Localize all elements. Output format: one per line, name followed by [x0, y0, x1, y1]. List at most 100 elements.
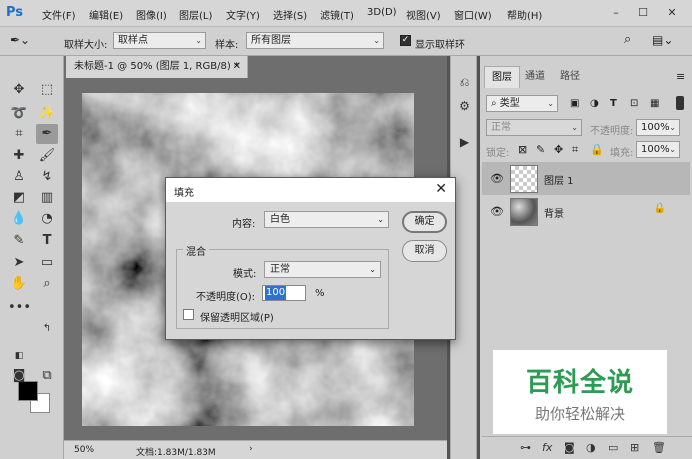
tab-paths[interactable]: 路径: [553, 66, 587, 88]
filter-pixel-icon[interactable]: ▣: [570, 98, 579, 109]
workspace-icon[interactable]: ▤⌄: [652, 33, 673, 47]
filter-adjustment-icon[interactable]: ◑: [590, 98, 599, 109]
blur-tool-icon[interactable]: 💧: [8, 209, 30, 229]
healing-brush-tool-icon[interactable]: ✚: [8, 146, 30, 166]
screen-mode-icon[interactable]: ⧉: [36, 366, 58, 386]
type-tool-icon[interactable]: T: [36, 231, 58, 251]
minimize-icon[interactable]: –: [606, 4, 626, 22]
blend-mode-dropdown[interactable]: 正常 ⌄: [486, 119, 582, 136]
lasso-tool-icon[interactable]: ➰: [8, 104, 30, 124]
menu-window[interactable]: 窗口(W): [454, 7, 492, 22]
pen-tool-icon[interactable]: ✎: [8, 231, 30, 251]
add-mask-icon[interactable]: ◙: [564, 441, 575, 454]
menu-layer[interactable]: 图层(L): [179, 7, 212, 22]
preserve-transparency-label: 保留透明区域(P): [200, 313, 274, 324]
sample-size-dropdown[interactable]: 取样点 ⌄: [113, 32, 206, 49]
history-brush-tool-icon[interactable]: ↯: [36, 167, 58, 187]
quick-mask-icon[interactable]: ◙: [8, 366, 30, 386]
menu-type[interactable]: 文字(Y): [226, 7, 260, 22]
hand-tool-icon[interactable]: ✋: [8, 274, 30, 294]
dialog-titlebar[interactable]: 填充 ✕: [166, 178, 455, 202]
cancel-button[interactable]: 取消: [402, 240, 447, 262]
new-layer-icon[interactable]: ⊞: [630, 441, 639, 454]
mode-dropdown[interactable]: 正常 ⌄: [264, 261, 381, 278]
marquee-tool-icon[interactable]: ⬚: [36, 80, 58, 100]
menu-3d[interactable]: 3D(D): [367, 7, 397, 18]
swap-colors-icon[interactable]: ↰: [36, 319, 58, 339]
tab-layers[interactable]: 图层: [484, 66, 520, 88]
fill-field[interactable]: 100% ⌄: [636, 141, 680, 158]
filter-smart-object-icon[interactable]: ▦: [650, 98, 659, 109]
opacity-input[interactable]: 100: [262, 285, 306, 301]
path-selection-tool-icon[interactable]: ➤: [8, 253, 30, 273]
layer-filter-kind: 类型: [499, 98, 520, 109]
filter-type-icon[interactable]: T: [610, 98, 617, 109]
filter-shape-icon[interactable]: ⊡: [630, 98, 638, 109]
zoom-level[interactable]: 50%: [74, 445, 94, 455]
maximize-icon[interactable]: ☐: [633, 4, 653, 22]
crop-tool-icon[interactable]: ⌗: [8, 124, 30, 144]
link-layers-icon[interactable]: ⊶: [520, 441, 531, 454]
document-tab[interactable]: 未标题-1 @ 50% (图层 1, RGB/8) * ✕: [66, 56, 248, 78]
opacity-value: 100%: [641, 122, 670, 133]
status-arrow-icon[interactable]: ›: [249, 444, 253, 454]
zoom-tool-icon[interactable]: ⌕: [36, 274, 58, 294]
panel-menu-icon[interactable]: ≡: [676, 70, 685, 83]
delete-layer-icon[interactable]: 🗑: [652, 441, 666, 454]
play-actions-icon[interactable]: ▶: [456, 134, 473, 151]
show-ring-checkbox[interactable]: ✓: [400, 35, 411, 46]
more-tools-icon[interactable]: •••: [8, 298, 31, 318]
brush-tool-icon[interactable]: 🖌: [36, 146, 58, 166]
adjustment-layer-icon[interactable]: ◑: [586, 441, 596, 454]
ok-button[interactable]: 确定: [402, 211, 447, 233]
history-panel-icon[interactable]: ⎌: [456, 74, 473, 91]
move-tool-icon[interactable]: ✥: [8, 80, 30, 100]
close-window-icon[interactable]: ✕: [662, 4, 682, 22]
close-tab-icon[interactable]: ✕: [233, 56, 241, 78]
eraser-tool-icon[interactable]: ◩: [8, 188, 30, 208]
watermark-subtitle: 助你轻松解决: [534, 405, 625, 423]
magic-wand-tool-icon[interactable]: ✨: [36, 104, 58, 124]
preserve-transparency-checkbox[interactable]: [183, 309, 194, 320]
lock-transparent-icon[interactable]: ⊠: [518, 143, 527, 156]
lock-position-icon[interactable]: ✥: [554, 143, 563, 156]
rectangle-tool-icon[interactable]: ▭: [36, 253, 58, 273]
close-icon[interactable]: ✕: [435, 181, 447, 197]
opacity-field[interactable]: 100% ⌄: [636, 119, 680, 136]
lock-image-icon[interactable]: ✎: [536, 143, 545, 156]
filter-toggle-icon[interactable]: [676, 96, 684, 110]
sample-dropdown[interactable]: 所有图层 ⌄: [246, 32, 384, 49]
eye-visibility-icon[interactable]: 👁: [490, 172, 504, 185]
status-bar: 50% 文档:1.83M/1.83M ›: [64, 440, 447, 459]
menu-file[interactable]: 文件(F): [42, 7, 76, 22]
layer-row[interactable]: 👁 图层 1: [482, 162, 690, 195]
menu-image[interactable]: 图像(I): [136, 7, 167, 22]
layer-thumbnail: [510, 165, 538, 193]
eyedropper-tool-icon[interactable]: ✒: [36, 124, 58, 144]
content-dropdown[interactable]: 白色 ⌄: [264, 211, 389, 228]
eyedropper-tool-preset-icon[interactable]: ✒⌄: [10, 33, 30, 47]
tab-channels[interactable]: 通道: [518, 66, 552, 88]
menu-edit[interactable]: 编辑(E): [89, 7, 123, 22]
default-colors-icon[interactable]: ◧: [8, 346, 30, 366]
menu-help[interactable]: 帮助(H): [507, 7, 542, 22]
gradient-tool-icon[interactable]: ▥: [36, 188, 58, 208]
eye-visibility-icon[interactable]: 👁: [490, 205, 504, 218]
lock-all-icon[interactable]: 🔒: [590, 143, 604, 156]
clone-stamp-tool-icon[interactable]: ♙: [8, 167, 30, 187]
menu-filter[interactable]: 滤镜(T): [320, 7, 354, 22]
layers-panel-footer: ⊶ fx ◙ ◑ ▭ ⊞ 🗑: [482, 436, 692, 459]
menu-select[interactable]: 选择(S): [273, 7, 307, 22]
opacity-input-value: 100: [265, 286, 287, 300]
mode-label: 模式:: [233, 269, 257, 280]
layer-style-icon[interactable]: fx: [542, 441, 552, 454]
layer-row[interactable]: 👁 背景 🔒: [482, 195, 690, 228]
dodge-tool-icon[interactable]: ◔: [36, 209, 58, 229]
menu-view[interactable]: 视图(V): [406, 7, 441, 22]
properties-panel-icon[interactable]: ⚙: [456, 98, 473, 115]
lock-artboard-icon[interactable]: ⌗: [572, 143, 578, 157]
search-icon[interactable]: ⌕: [624, 32, 631, 47]
lock-icon[interactable]: 🔒: [654, 203, 666, 214]
new-group-icon[interactable]: ▭: [608, 441, 618, 454]
layer-filter-dropdown[interactable]: ⌕ 类型 ⌄: [486, 95, 558, 112]
